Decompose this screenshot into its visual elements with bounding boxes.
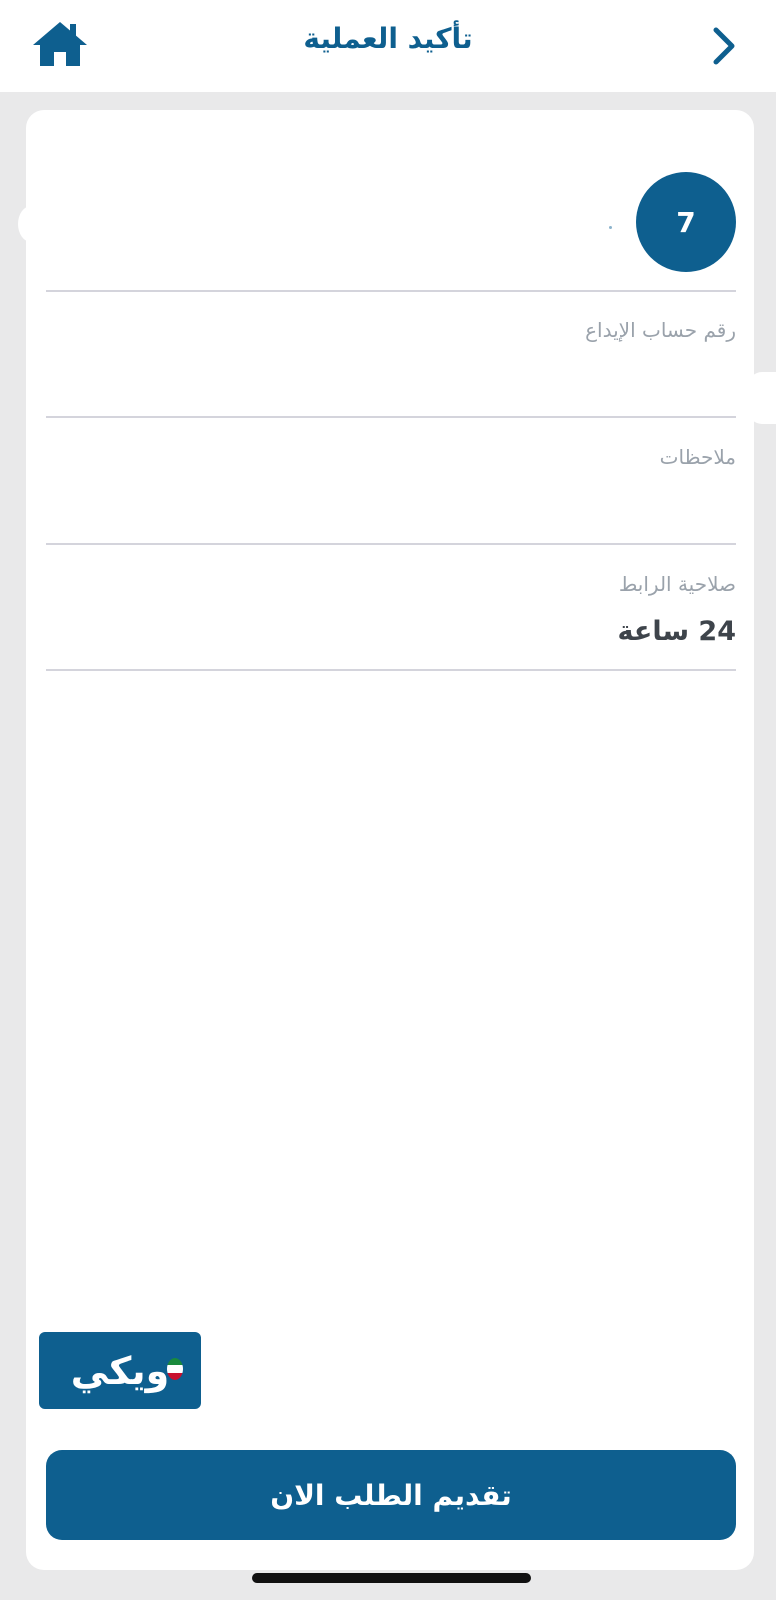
home-indicator [252,1573,531,1583]
edge-decoration-right [748,372,776,424]
divider [46,669,736,671]
chevron-right-icon [713,27,735,65]
link-validity-label: صلاحية الرابط [618,572,736,596]
kuwait-flag-icon [167,1358,183,1380]
page-title: تأكيد العملية [303,22,473,55]
notes-label: ملاحظات [659,445,736,469]
notes-input[interactable] [46,484,736,528]
divider [46,290,736,292]
edge-decoration-left [18,206,44,242]
top-bar: تأكيد العملية [0,0,776,92]
weki-logo: ويكي [39,1332,201,1409]
deposit-account-label: رقم حساب الإيداع [585,318,736,342]
divider [46,543,736,545]
step-number-badge: 7 [636,172,736,272]
back-button[interactable] [700,22,748,70]
step-dot [609,226,612,229]
logo-text: ويكي [70,1348,170,1393]
link-validity-value: 24 ساعة [617,616,737,647]
submit-request-button[interactable]: تقديم الطلب الان [46,1450,736,1540]
deposit-account-input[interactable] [46,358,736,402]
divider [46,416,736,418]
